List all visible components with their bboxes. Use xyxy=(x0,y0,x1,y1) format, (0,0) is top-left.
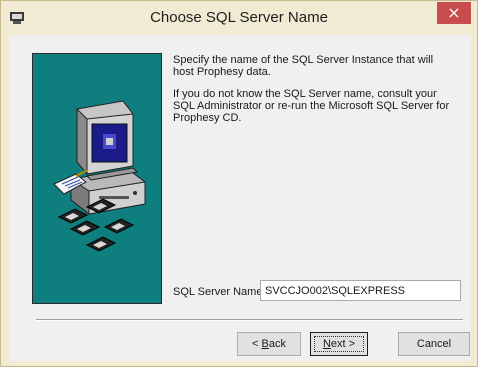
floppy-disk-icon xyxy=(57,198,135,252)
window-title: Choose SQL Server Name xyxy=(150,9,328,26)
wizard-body: Specify the name of the SQL Server Insta… xyxy=(9,35,471,361)
cancel-button[interactable]: Cancel xyxy=(398,332,470,356)
close-icon: × xyxy=(447,3,461,22)
next-button[interactable]: Next > xyxy=(310,332,368,356)
title-bar[interactable]: Choose SQL Server Name × xyxy=(1,1,477,36)
help-text: If you do not know the SQL Server name, … xyxy=(173,88,450,124)
close-button[interactable]: × xyxy=(437,2,471,24)
server-name-input[interactable] xyxy=(260,280,461,301)
installer-window: Choose SQL Server Name × Specify the nam… xyxy=(0,0,478,367)
back-button[interactable]: < Back xyxy=(237,332,301,356)
server-name-label: SQL Server Name: xyxy=(173,286,266,298)
instruction-text: Specify the name of the SQL Server Insta… xyxy=(173,54,434,78)
divider xyxy=(36,319,463,321)
